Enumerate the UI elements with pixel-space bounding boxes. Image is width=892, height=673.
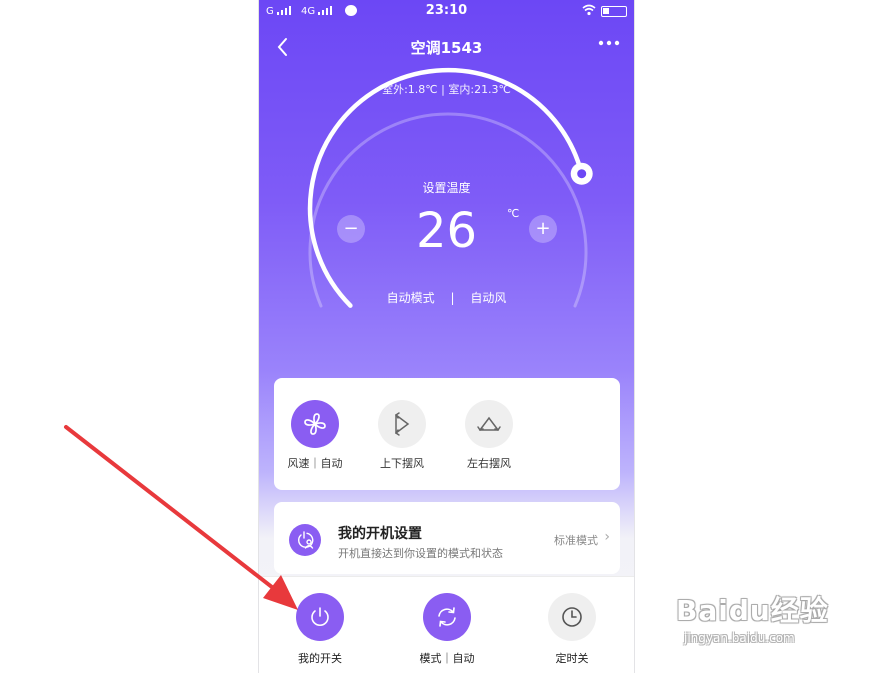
screenshot-stage: G 4G 23:10 空调1543 室外:1.8℃ | 室内:21.3℃ 设置温… [0,0,892,673]
watermark-url-text: jingyan.baidu.com [684,631,795,645]
watermark-main-text: Baidu经验 [676,594,829,627]
annotation-arrow [64,425,298,610]
baidu-jingyan-watermark: Baidu经验 jingyan.baidu.com [676,575,856,655]
